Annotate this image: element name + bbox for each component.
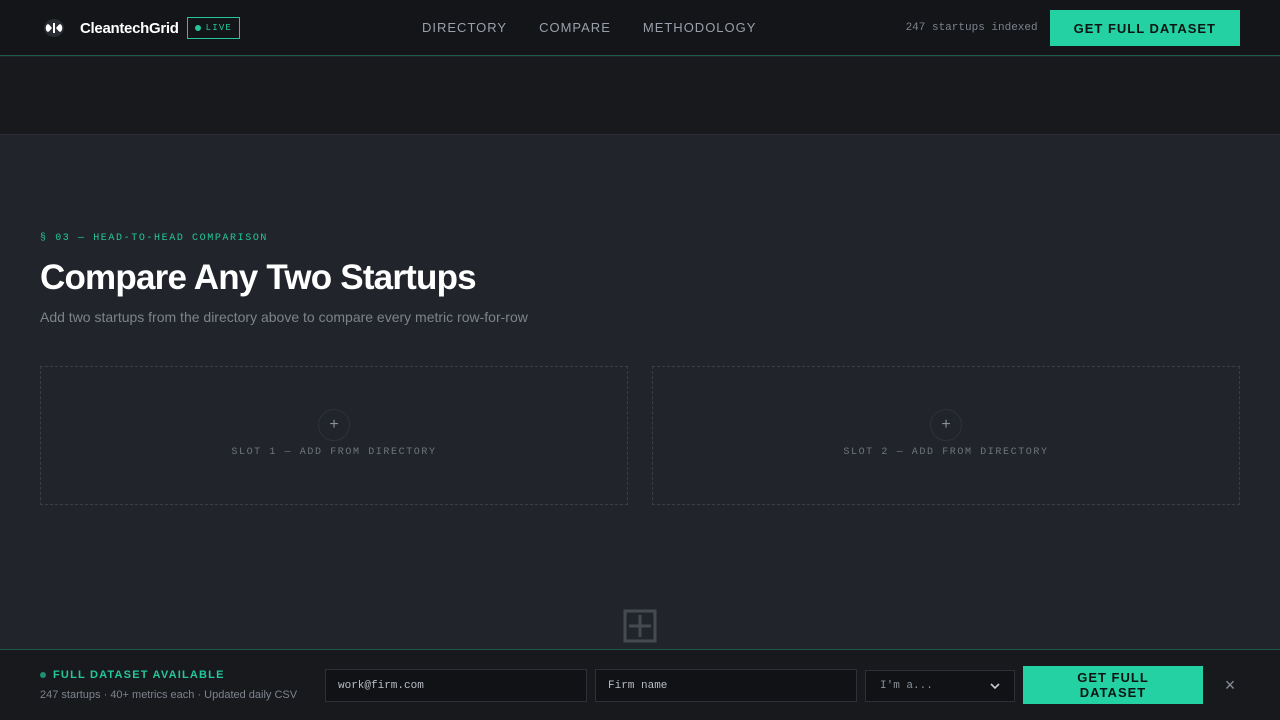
main-nav: DIRECTORY COMPARE METHODOLOGY — [422, 20, 756, 35]
get-full-dataset-button[interactable]: GET FULL DATASET — [1049, 10, 1240, 46]
close-icon[interactable]: × — [1220, 675, 1240, 695]
slot-1-label: SLOT 1 — ADD FROM DIRECTORY — [231, 447, 437, 458]
brand[interactable]: CleantechGrid LIVE — [40, 16, 241, 40]
nav-compare[interactable]: COMPARE — [539, 20, 611, 35]
signup-title: FULL DATASET AVAILABLE — [40, 669, 225, 681]
top-nav-bar: CleantechGrid LIVE DIRECTORY COMPARE MET… — [0, 0, 1280, 56]
nav-methodology[interactable]: METHODOLOGY — [643, 20, 757, 35]
live-status-dot-icon — [194, 25, 201, 31]
page-title: Compare Any Two Startups — [40, 258, 477, 297]
compare-slot-1[interactable]: + SLOT 1 — ADD FROM DIRECTORY — [40, 366, 628, 505]
header-actions: 247 startups indexed GET FULL DATASET — [906, 10, 1240, 46]
add-icon: + — [930, 409, 962, 441]
chevron-down-icon — [990, 683, 1000, 690]
compare-grid-icon — [623, 609, 657, 643]
dataset-signup-bar: FULL DATASET AVAILABLE 247 startups · 40… — [0, 649, 1280, 720]
compare-slot-2[interactable]: + SLOT 2 — ADD FROM DIRECTORY — [652, 366, 1240, 505]
slot-2-label: SLOT 2 — ADD FROM DIRECTORY — [843, 447, 1049, 458]
role-select[interactable]: I'm a... — [865, 670, 1015, 702]
firm-name-field[interactable] — [595, 669, 857, 702]
live-badge-label: LIVE — [205, 23, 233, 33]
add-icon: + — [318, 409, 350, 441]
live-badge: LIVE — [186, 17, 241, 39]
logo-icon — [44, 19, 64, 37]
signup-get-dataset-button[interactable]: GET FULL DATASET — [1023, 666, 1203, 704]
signup-title-text: FULL DATASET AVAILABLE — [53, 669, 225, 681]
email-field[interactable] — [325, 669, 587, 702]
status-dot-icon — [40, 672, 46, 678]
brand-name: CleantechGrid — [80, 19, 179, 37]
startups-count: 247 startups indexed — [905, 22, 1038, 34]
page-subtitle: Add two startups from the directory abov… — [40, 309, 528, 325]
directory-band — [0, 57, 1280, 135]
signup-subtitle: 247 startups · 40+ metrics each · Update… — [40, 689, 298, 701]
section-label: § 03 — HEAD-TO-HEAD COMPARISON — [40, 233, 269, 244]
role-select-value: I'm a... — [880, 680, 933, 692]
nav-directory[interactable]: DIRECTORY — [422, 20, 507, 35]
